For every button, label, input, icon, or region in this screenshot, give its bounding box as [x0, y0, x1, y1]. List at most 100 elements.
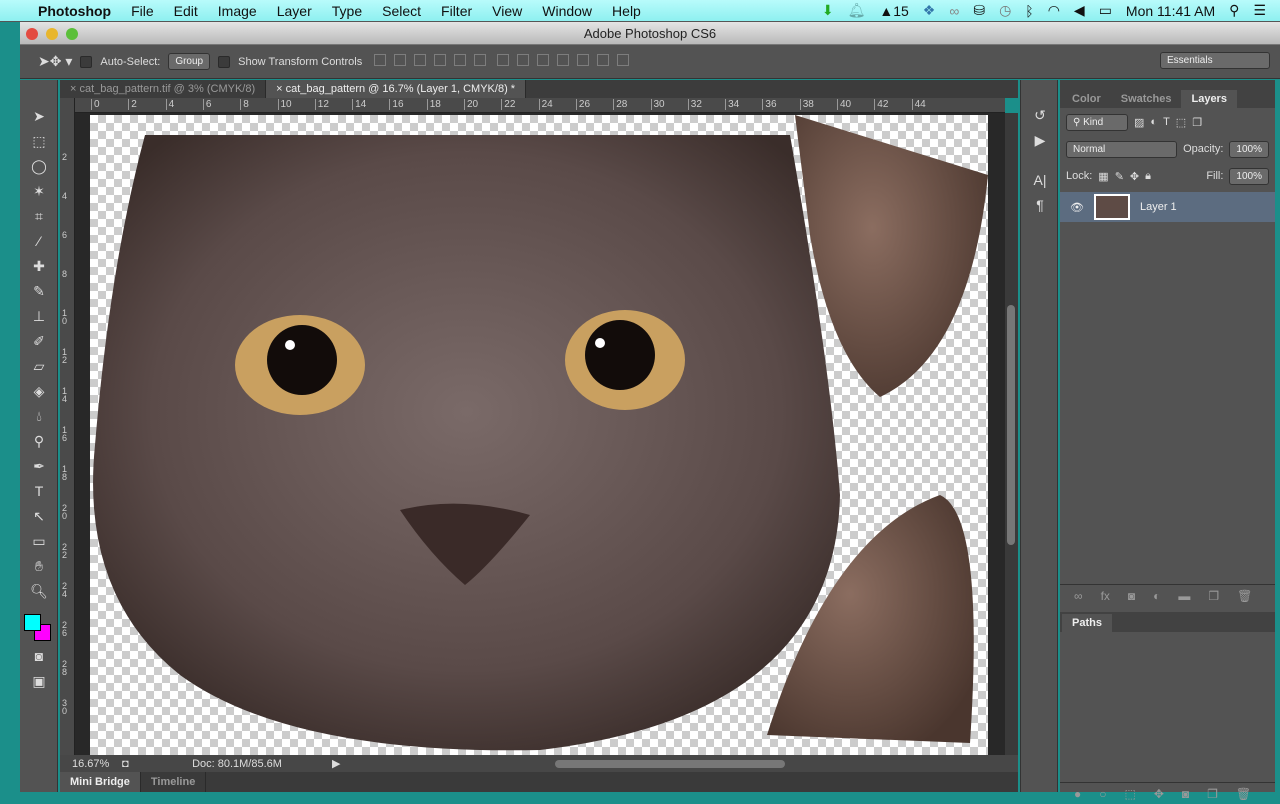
move-tool-icon[interactable]: ➤ [27, 105, 51, 127]
vertical-scroll-thumb[interactable] [1007, 305, 1015, 545]
align-bottom-icon[interactable] [414, 54, 427, 66]
bluetooth-icon[interactable]: ᛒ [1025, 3, 1033, 19]
type-tool-icon[interactable]: T [27, 480, 51, 502]
align-top-icon[interactable] [374, 54, 387, 66]
distribute-vcenter-icon[interactable] [517, 54, 530, 66]
zoom-level[interactable]: 16.67% [60, 758, 122, 770]
opacity-input[interactable]: 100% [1229, 140, 1269, 158]
menu-file[interactable]: File [121, 3, 164, 19]
tab-swatches[interactable]: Swatches [1111, 90, 1182, 108]
wifi-icon[interactable]: ◠ [1048, 2, 1060, 19]
new-path-icon[interactable]: ❐ [1207, 787, 1218, 801]
menu-layer[interactable]: Layer [267, 3, 322, 19]
menu-image[interactable]: Image [208, 3, 267, 19]
creative-cloud-icon[interactable]: ∞ [949, 3, 959, 19]
add-mask-icon[interactable]: ◙ [1182, 787, 1189, 801]
marquee-tool-icon[interactable]: ⬚ [27, 130, 51, 152]
dodge-tool-icon[interactable]: ⚲ [27, 430, 51, 452]
filter-adjustment-icon[interactable]: ◐ [1150, 116, 1157, 128]
quick-mask-icon[interactable]: ◙ [27, 645, 51, 667]
paint-bucket-tool-icon[interactable]: ◈ [27, 380, 51, 402]
menu-type[interactable]: Type [322, 3, 372, 19]
adjustment-layer-icon[interactable]: ◐ [1153, 589, 1160, 603]
history-panel-icon[interactable]: ↺ [1028, 104, 1052, 126]
move-tool-preset-icon[interactable]: ➤✥ ▾ [38, 53, 72, 70]
tab-timeline[interactable]: Timeline [141, 772, 207, 792]
align-right-icon[interactable] [474, 54, 487, 66]
menu-app[interactable]: Photoshop [28, 3, 121, 19]
adobe-updates-icon[interactable]: ▲15 [879, 3, 908, 19]
zoom-window-button[interactable] [66, 28, 78, 40]
visibility-eye-icon[interactable]: 👁︎ [1070, 201, 1084, 214]
eyedropper-tool-icon[interactable]: ⁄ [27, 230, 51, 252]
menu-help[interactable]: Help [602, 3, 651, 19]
load-selection-icon[interactable]: ⬚ [1125, 787, 1136, 801]
paragraph-panel-icon[interactable]: ¶ [1028, 194, 1052, 216]
align-left-icon[interactable] [434, 54, 447, 66]
filter-type-icon[interactable]: T [1163, 116, 1170, 128]
actions-panel-icon[interactable]: ▶ [1028, 129, 1052, 151]
filter-smart-object-icon[interactable]: ❐ [1192, 116, 1202, 129]
tab-color[interactable]: Color [1062, 90, 1111, 108]
menu-select[interactable]: Select [372, 3, 431, 19]
align-vcenter-icon[interactable] [394, 54, 407, 66]
dropbox-icon[interactable]: ❖ [923, 2, 936, 19]
auto-align-icon[interactable] [617, 54, 630, 66]
menu-edit[interactable]: Edit [164, 3, 208, 19]
lock-image-icon[interactable]: ✎ [1115, 170, 1124, 183]
delete-layer-icon[interactable]: 🗑︎ [1237, 589, 1252, 603]
add-mask-icon[interactable]: ◙ [1128, 589, 1135, 603]
show-transform-checkbox[interactable] [218, 55, 231, 68]
status-icon[interactable]: ◘ [122, 758, 142, 770]
time-machine-icon[interactable]: ◷ [999, 2, 1011, 19]
fill-path-icon[interactable]: ● [1074, 787, 1081, 801]
notification-center-icon[interactable]: ☰ [1253, 2, 1266, 19]
brush-tool-icon[interactable]: ✎ [27, 280, 51, 302]
menu-window[interactable]: Window [532, 3, 602, 19]
healing-brush-tool-icon[interactable]: ✚ [27, 255, 51, 277]
filter-shape-icon[interactable]: ⬚ [1176, 116, 1186, 129]
tab-mini-bridge[interactable]: Mini Bridge [60, 772, 141, 792]
blend-mode-dropdown[interactable]: Normal [1066, 140, 1178, 158]
stroke-path-icon[interactable]: ○ [1099, 787, 1106, 801]
layer-filter-dropdown[interactable]: ⚲ Kind [1066, 113, 1128, 131]
link-layers-icon[interactable]: ∞ [1074, 589, 1083, 603]
screen-mode-icon[interactable]: ▣ [27, 670, 51, 692]
distribute-bottom-icon[interactable] [537, 54, 550, 66]
fill-input[interactable]: 100% [1229, 167, 1269, 185]
distribute-right-icon[interactable] [597, 54, 610, 66]
distribute-left-icon[interactable] [557, 54, 570, 66]
clone-stamp-tool-icon[interactable]: ⊥ [27, 305, 51, 327]
notification-icon[interactable]: 🔔︎ [848, 2, 866, 19]
eraser-tool-icon[interactable]: ▱ [27, 355, 51, 377]
auto-select-checkbox[interactable] [80, 55, 93, 68]
new-group-icon[interactable]: ▬ [1178, 589, 1190, 603]
document-canvas[interactable] [90, 115, 988, 755]
tab-layers[interactable]: Layers [1181, 90, 1237, 108]
character-panel-icon[interactable]: A| [1028, 169, 1052, 191]
tab-cat-bag-pattern-tif[interactable]: × cat_bag_pattern.tif @ 3% (CMYK/8) [60, 80, 267, 98]
align-hcenter-icon[interactable] [454, 54, 467, 66]
delete-path-icon[interactable]: 🗑︎ [1236, 787, 1251, 801]
workspace-dropdown[interactable]: Essentials [1160, 52, 1270, 69]
spotlight-icon[interactable]: ⚲ [1229, 2, 1239, 19]
minimize-window-button[interactable] [46, 28, 58, 40]
download-icon[interactable]: ⬇ [822, 2, 834, 19]
layer-style-icon[interactable]: fx [1101, 589, 1110, 603]
status-menu-arrow-icon[interactable]: ▶ [332, 757, 340, 770]
volume-icon[interactable]: ◀ [1074, 2, 1085, 19]
blur-tool-icon[interactable]: 💧︎ [27, 405, 51, 427]
magic-wand-tool-icon[interactable]: ✶ [27, 180, 51, 202]
zoom-tool-icon[interactable]: 🔍︎ [27, 580, 51, 602]
tab-cat-bag-pattern[interactable]: × cat_bag_pattern @ 16.7% (Layer 1, CMYK… [266, 80, 527, 98]
lock-transparent-icon[interactable]: ▦ [1098, 170, 1108, 183]
distribute-hcenter-icon[interactable] [577, 54, 590, 66]
lock-all-icon[interactable]: 🔒︎ [1145, 170, 1151, 183]
make-work-path-icon[interactable]: ✥ [1154, 787, 1164, 801]
close-window-button[interactable] [26, 28, 38, 40]
hand-tool-icon[interactable]: ✋︎ [27, 555, 51, 577]
pen-tool-icon[interactable]: ✒ [27, 455, 51, 477]
battery-icon[interactable]: ▭ [1099, 2, 1112, 19]
history-brush-tool-icon[interactable]: ✐ [27, 330, 51, 352]
distribute-top-icon[interactable] [497, 54, 510, 66]
